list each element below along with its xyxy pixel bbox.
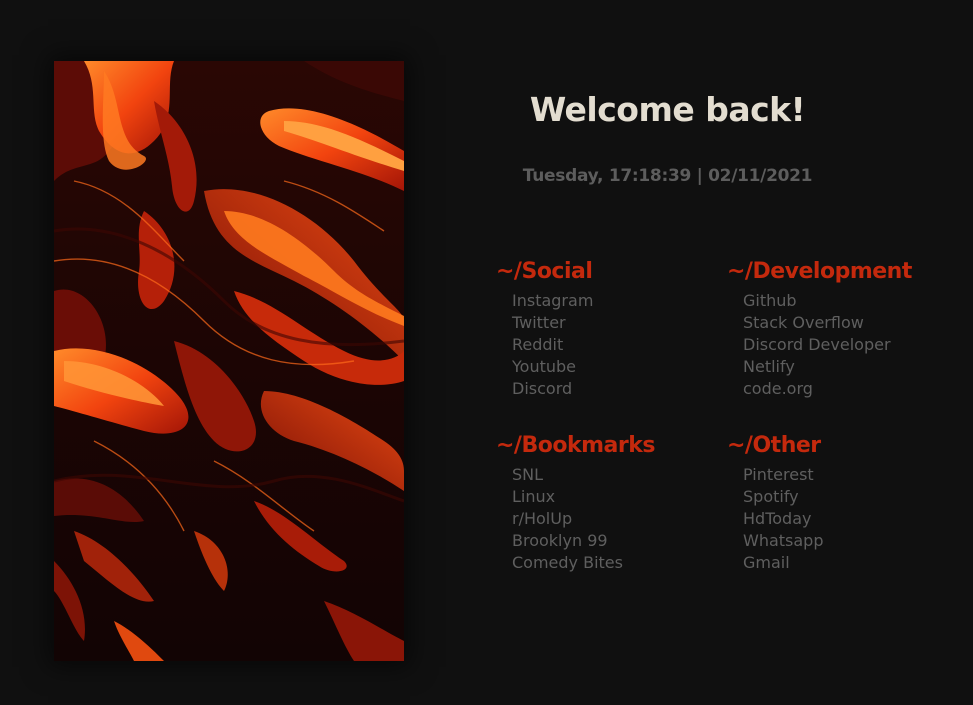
link-group-development: ~/Development Github Stack Overflow Disc…	[727, 258, 967, 400]
link-code-org[interactable]: code.org	[743, 378, 967, 400]
link-discord[interactable]: Discord	[512, 378, 736, 400]
lava-art-image	[54, 61, 404, 661]
link-brooklyn-99[interactable]: Brooklyn 99	[512, 530, 736, 552]
group-title-bookmarks: ~/Bookmarks	[496, 433, 655, 458]
link-r-holup[interactable]: r/HolUp	[512, 508, 736, 530]
group-title-other: ~/Other	[727, 433, 821, 458]
link-hdtoday[interactable]: HdToday	[743, 508, 967, 530]
link-pinterest[interactable]: Pinterest	[743, 464, 967, 486]
group-title-development: ~/Development	[727, 259, 912, 284]
link-list-other: Pinterest Spotify HdToday Whatsapp Gmail	[727, 464, 967, 574]
link-group-social: ~/Social Instagram Twitter Reddit Youtub…	[496, 258, 736, 400]
link-reddit[interactable]: Reddit	[512, 334, 736, 356]
group-title-social: ~/Social	[496, 259, 593, 284]
link-list-development: Github Stack Overflow Discord Developer …	[727, 290, 967, 400]
link-spotify[interactable]: Spotify	[743, 486, 967, 508]
startpage: Welcome back! Tuesday, 17:18:39 | 02/11/…	[0, 0, 973, 705]
link-netlify[interactable]: Netlify	[743, 356, 967, 378]
link-discord-developer[interactable]: Discord Developer	[743, 334, 967, 356]
link-github[interactable]: Github	[743, 290, 967, 312]
link-group-bookmarks: ~/Bookmarks SNL Linux r/HolUp Brooklyn 9…	[496, 432, 736, 574]
link-group-other: ~/Other Pinterest Spotify HdToday Whatsa…	[727, 432, 967, 574]
link-instagram[interactable]: Instagram	[512, 290, 736, 312]
link-list-social: Instagram Twitter Reddit Youtube Discord	[496, 290, 736, 400]
link-list-bookmarks: SNL Linux r/HolUp Brooklyn 99 Comedy Bit…	[496, 464, 736, 574]
link-twitter[interactable]: Twitter	[512, 312, 736, 334]
link-stack-overflow[interactable]: Stack Overflow	[743, 312, 967, 334]
link-youtube[interactable]: Youtube	[512, 356, 736, 378]
date-time-display: Tuesday, 17:18:39 | 02/11/2021	[522, 166, 813, 186]
link-linux[interactable]: Linux	[512, 486, 736, 508]
link-gmail[interactable]: Gmail	[743, 552, 967, 574]
link-comedy-bites[interactable]: Comedy Bites	[512, 552, 736, 574]
link-snl[interactable]: SNL	[512, 464, 736, 486]
welcome-heading: Welcome back!	[529, 90, 806, 129]
link-whatsapp[interactable]: Whatsapp	[743, 530, 967, 552]
